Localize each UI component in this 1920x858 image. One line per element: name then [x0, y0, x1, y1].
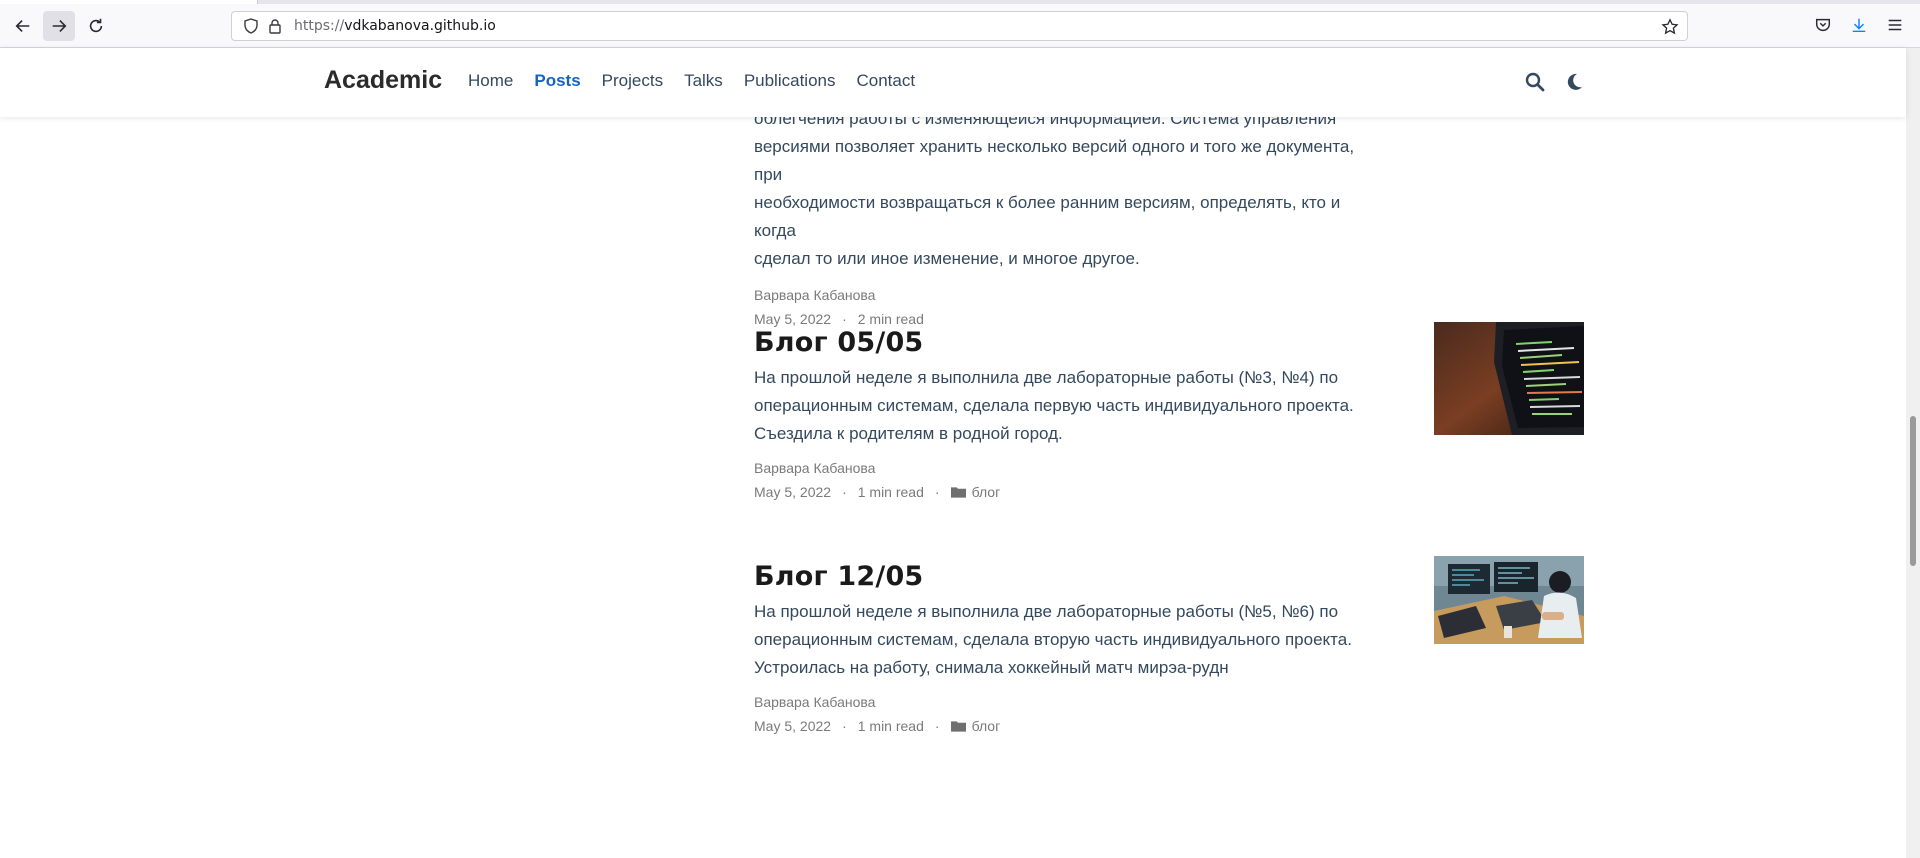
lock-icon[interactable] [266, 17, 284, 35]
summary-line: облегчения работы с изменяющейся информа… [754, 117, 1337, 128]
summary-line: версиями позволяет хранить несколько вер… [754, 137, 1355, 184]
search-icon [1525, 72, 1545, 92]
post-summary[interactable]: На прошлой неделе я выполнила две лабора… [754, 364, 1364, 448]
menu-item-talks[interactable]: Talks [684, 71, 723, 91]
summary-line: Устроилась на работу, снимала хоккейный … [754, 658, 1229, 677]
summary-line: операционным системам, сделала вторую ча… [754, 630, 1352, 649]
post-thumbnail-developer-desk[interactable] [1434, 556, 1584, 644]
summary-line: На прошлой неделе я выполнила две лабора… [754, 368, 1339, 387]
shield-icon[interactable] [242, 17, 260, 35]
meta-separator: · [842, 311, 847, 327]
meta-separator: · [842, 484, 847, 500]
url-scheme: https:// [294, 18, 345, 34]
post-read-time: 1 min read [857, 718, 924, 734]
post-summary[interactable]: облегчения работы с изменяющейся информа… [754, 117, 1364, 273]
list-item-post-1: облегчения работы с изменяющейся информа… [754, 117, 1584, 329]
active-tab[interactable] [0, 0, 258, 4]
post-meta: Варвара Кабанова May 5, 2022 · 1 min rea… [754, 458, 1584, 502]
summary-line: сделал то или иное изменение, и многое д… [754, 249, 1140, 268]
meta-separator: · [934, 484, 940, 500]
summary-line: операционным системам, сделала первую ча… [754, 396, 1354, 415]
tab-strip [0, 0, 1920, 4]
post-date: May 5, 2022 [754, 311, 832, 327]
meta-separator: · [934, 718, 940, 734]
summary-line: Съездила к родителям в родной город. [754, 424, 1063, 443]
folder-icon [950, 721, 966, 732]
page-scrollbar[interactable] [1906, 48, 1920, 858]
post-thumbnail-code-screen[interactable] [1434, 322, 1584, 435]
site-navbar: Academic Home Posts Projects Talks Publi… [0, 48, 1906, 117]
theme-toggle[interactable] [1562, 70, 1586, 94]
url-host: vdkabanova.github.io [344, 18, 496, 34]
menu-item-posts[interactable]: Posts [534, 71, 580, 91]
menu-item-projects[interactable]: Projects [602, 71, 663, 91]
post-author[interactable]: Варвара Кабанова [754, 460, 875, 476]
search-button[interactable] [1523, 70, 1547, 94]
site-brand[interactable]: Academic [324, 66, 442, 95]
code-screen-image [1434, 322, 1584, 435]
post-date: May 5, 2022 [754, 718, 832, 734]
folder-icon [950, 487, 966, 498]
scrollbar-thumb[interactable] [1910, 416, 1916, 566]
reload-button[interactable] [80, 11, 112, 41]
post-list: облегчения работы с изменяющейся информа… [0, 117, 1906, 858]
address-bar[interactable]: https://vdkabanova.github.io [231, 11, 1688, 41]
post-author[interactable]: Варвара Кабанова [754, 694, 875, 710]
url-text[interactable]: https://vdkabanova.github.io [294, 18, 496, 34]
moon-icon [1567, 73, 1582, 90]
meta-separator: · [842, 718, 847, 734]
post-read-time: 2 min read [857, 311, 924, 327]
menu-item-home[interactable]: Home [468, 71, 513, 91]
downloads-button[interactable] [1848, 14, 1870, 36]
post-category[interactable]: блог [972, 718, 1001, 734]
bookmark-star-icon[interactable] [1661, 18, 1679, 36]
menu-item-publications[interactable]: Publications [744, 71, 836, 91]
download-icon [1852, 18, 1866, 33]
post-author[interactable]: Варвара Кабанова [754, 287, 875, 303]
arrow-left-icon [15, 20, 30, 32]
pocket-icon [1815, 18, 1831, 32]
post-meta: Варвара Кабанова May 5, 2022 · 1 min rea… [754, 692, 1584, 736]
arrow-right-icon [52, 20, 67, 32]
post-category[interactable]: блог [972, 484, 1001, 500]
hamburger-icon [1888, 19, 1902, 31]
post-date: May 5, 2022 [754, 484, 832, 500]
forward-button[interactable] [43, 11, 75, 41]
pocket-button[interactable] [1812, 14, 1834, 36]
browser-toolbar: https://vdkabanova.github.io [0, 0, 1920, 48]
menu-button[interactable] [1884, 14, 1906, 36]
main-menu: Home Posts Projects Talks Publications C… [468, 71, 936, 91]
summary-line: необходимости возвращаться к более ранни… [754, 193, 1341, 240]
reload-icon [89, 18, 103, 33]
post-summary[interactable]: На прошлой неделе я выполнила две лабора… [754, 598, 1364, 682]
back-button[interactable] [7, 11, 39, 41]
developer-desk-image [1434, 556, 1584, 644]
post-read-time: 1 min read [857, 484, 924, 500]
menu-item-contact[interactable]: Contact [856, 71, 915, 91]
summary-line: На прошлой неделе я выполнила две лабора… [754, 602, 1339, 621]
